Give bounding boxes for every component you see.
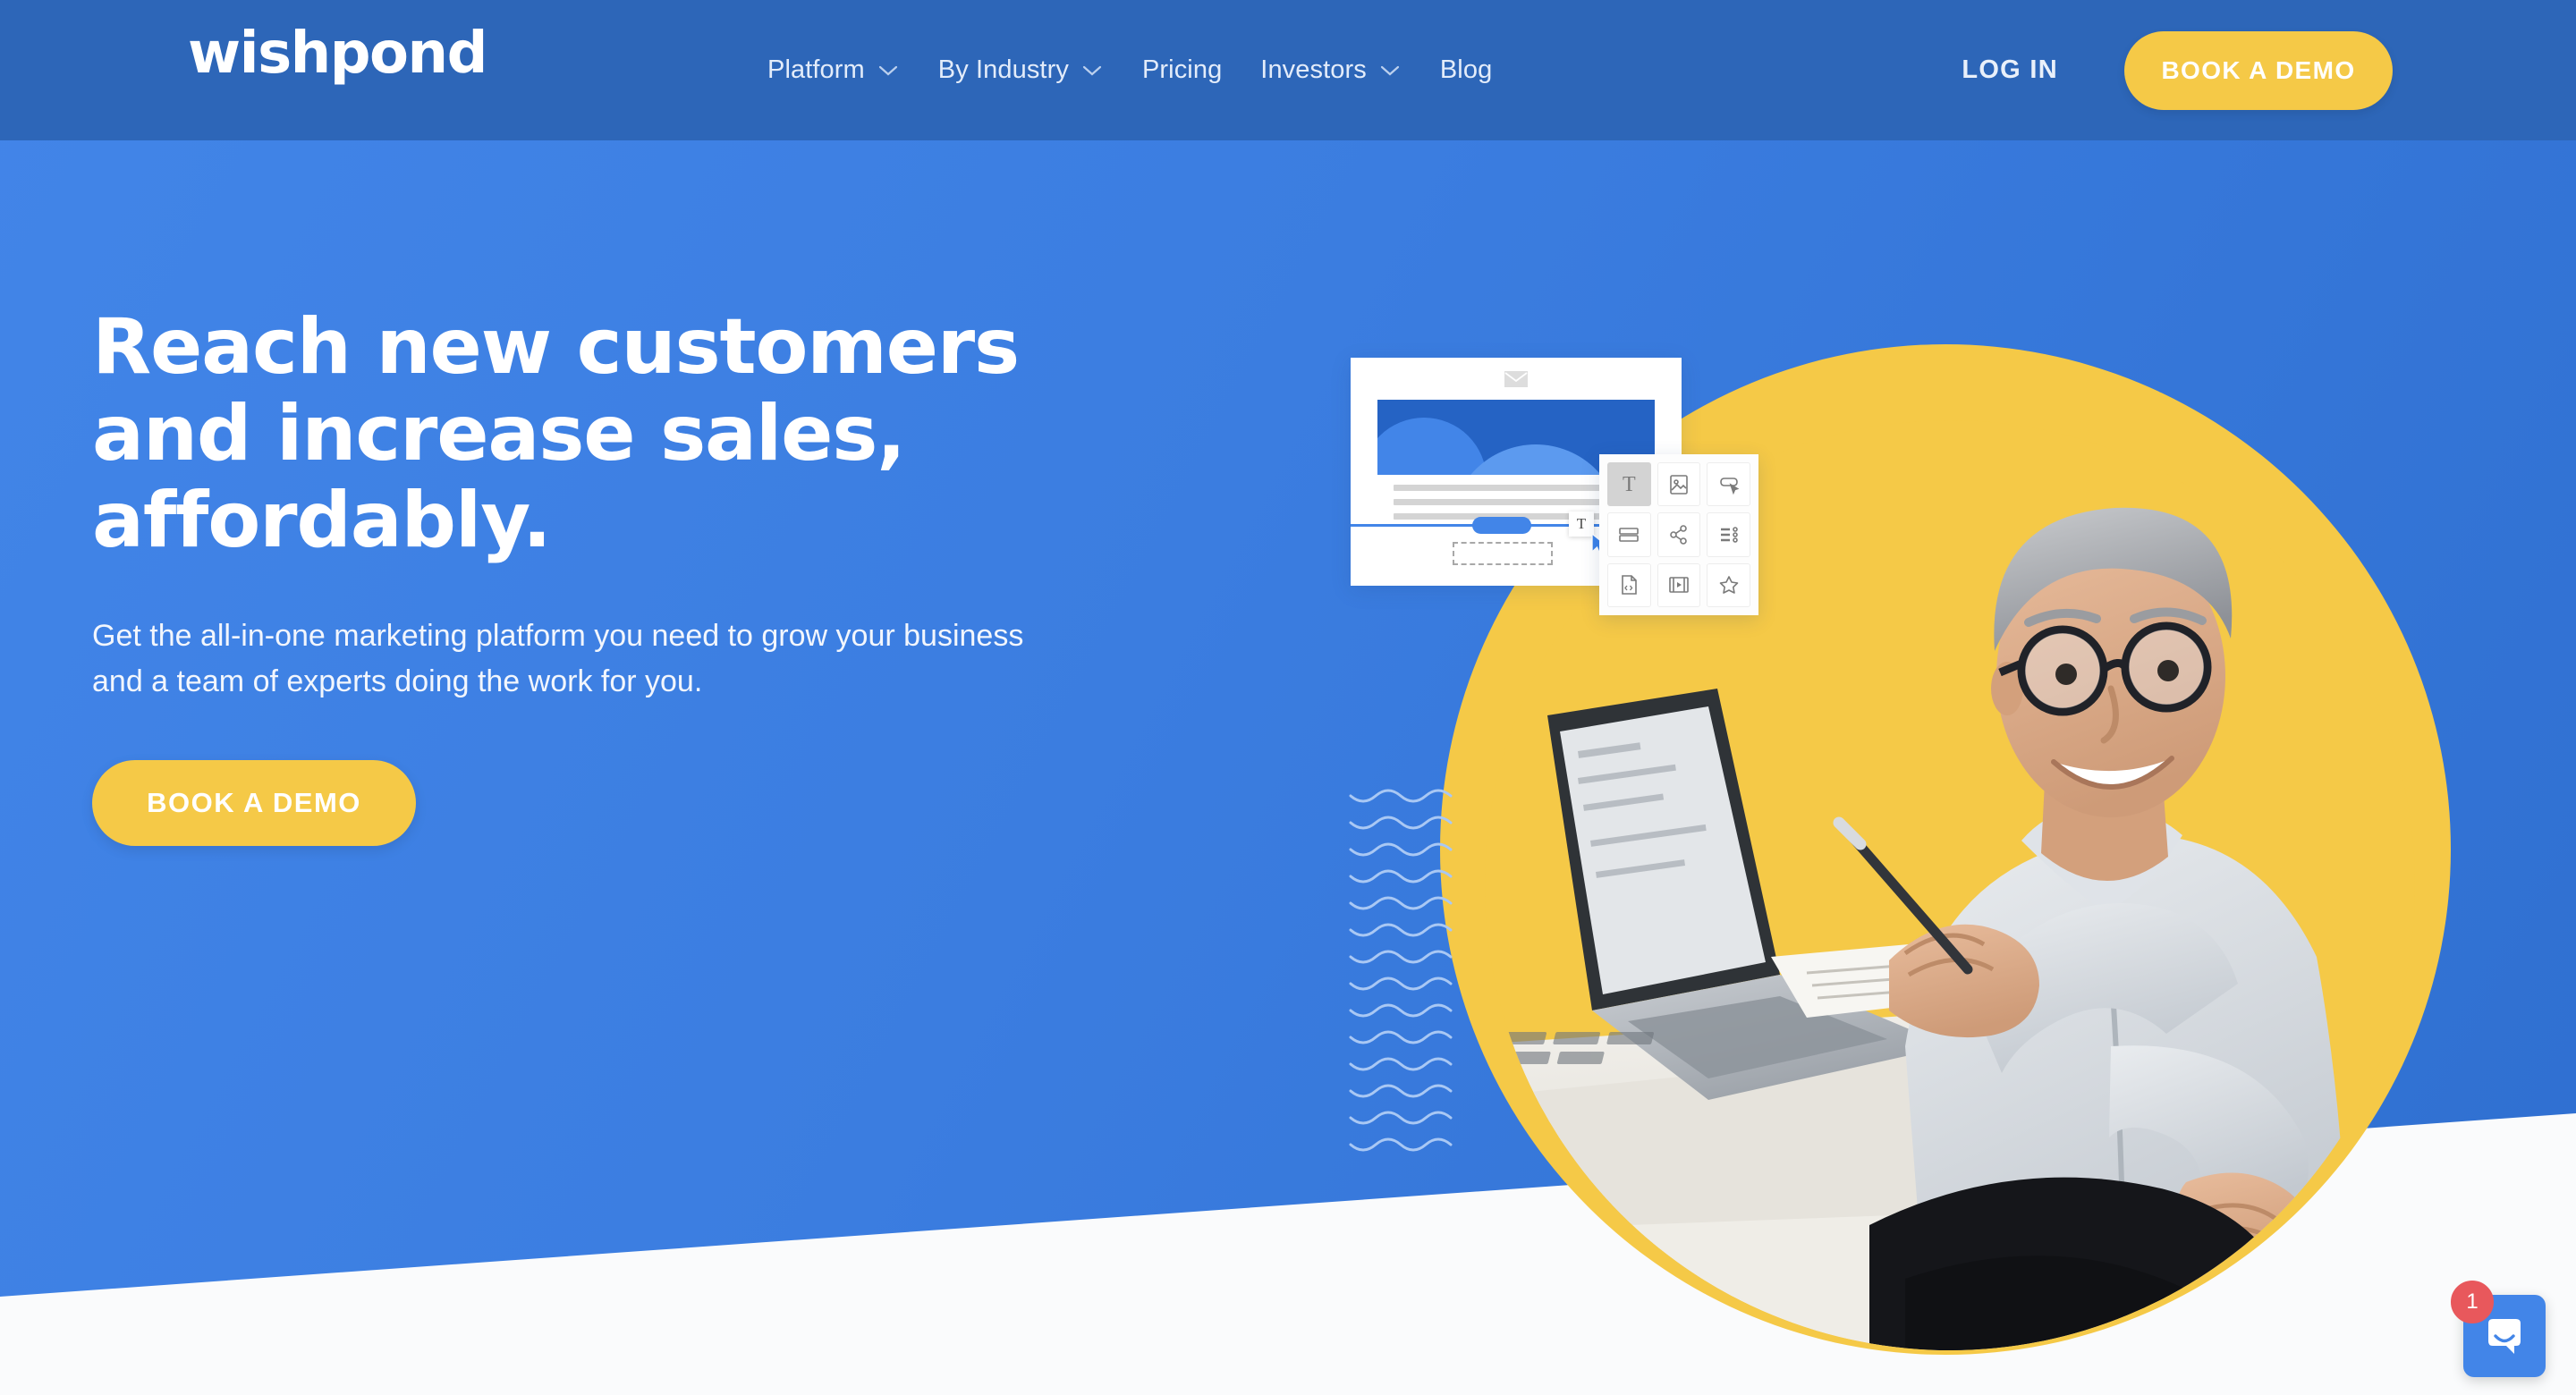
hero-subheadline: Get the all-in-one marketing platform yo… [92, 618, 1024, 698]
nav-label: Platform [767, 55, 865, 84]
share-icon[interactable] [1657, 512, 1701, 557]
chat-widget: 1 [2451, 1281, 2546, 1377]
nav-item-platform[interactable]: Platform [767, 55, 900, 85]
page-root: wishpond Platform By Industry Pricing In… [0, 0, 2576, 1395]
log-in-link[interactable]: LOG IN [1962, 55, 2058, 85]
text-icon[interactable]: T [1607, 462, 1651, 507]
wishpond-logo[interactable]: wishpond [188, 25, 487, 82]
chevron-down-icon [878, 65, 897, 76]
mockup-button-block [1472, 517, 1531, 534]
nav-right-actions: LOG IN BOOK A DEMO [1962, 0, 2576, 140]
nav-item-blog[interactable]: Blog [1440, 55, 1492, 85]
book-a-demo-button-nav[interactable]: BOOK A DEMO [2124, 30, 2393, 110]
hero-copy: Reach new customers and increase sales, … [92, 302, 1165, 846]
nav-item-investors[interactable]: Investors [1260, 55, 1402, 85]
nav-label: Investors [1260, 55, 1367, 84]
nav-label: Pricing [1141, 55, 1223, 84]
book-a-demo-button-hero[interactable]: BOOK A DEMO [92, 759, 416, 846]
primary-nav-links: Platform By Industry Pricing Investors B… [767, 0, 1492, 140]
chevron-down-icon [1082, 65, 1102, 76]
code-file-icon[interactable] [1607, 562, 1651, 607]
nav-label: Blog [1439, 55, 1493, 84]
layout-rows-icon[interactable] [1607, 512, 1651, 557]
nav-label: By Industry [937, 55, 1069, 84]
video-icon[interactable] [1657, 562, 1701, 607]
mockup-drop-zone [1453, 542, 1553, 565]
hero-illustration: T T [1342, 304, 2504, 1359]
envelope-icon [1504, 371, 1528, 387]
nav-item-by-industry[interactable]: By Industry [938, 55, 1104, 85]
star-icon[interactable] [1707, 562, 1750, 607]
button-icon[interactable] [1707, 462, 1750, 507]
image-icon[interactable] [1657, 462, 1701, 507]
wavy-lines-decoration [1349, 789, 1453, 1152]
chat-unread-badge: 1 [2451, 1281, 2494, 1323]
chevron-down-icon [1380, 65, 1399, 76]
editor-block-palette: T [1599, 454, 1758, 615]
nav-item-pricing[interactable]: Pricing [1142, 55, 1222, 85]
top-navigation-bar: wishpond Platform By Industry Pricing In… [0, 0, 2576, 140]
chat-bubble-icon [2488, 1319, 2521, 1354]
page-title: Reach new customers and increase sales, … [92, 302, 1020, 566]
list-icon[interactable] [1707, 512, 1750, 557]
